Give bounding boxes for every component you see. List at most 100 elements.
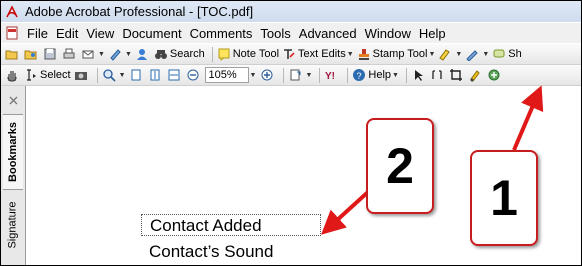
menu-document[interactable]: Document	[118, 26, 185, 41]
binoculars-icon	[154, 50, 167, 59]
menu-edit[interactable]: Edit	[52, 26, 82, 41]
fit-page-button[interactable]	[148, 66, 164, 84]
text-cursor-icon	[27, 69, 36, 81]
tab-bookmarks[interactable]: Bookmarks	[3, 114, 23, 190]
toolbar-separator	[96, 67, 98, 83]
sticky-note-icon	[218, 48, 230, 61]
search-label: Search	[169, 48, 205, 60]
yahoo-logo-icon: Y!	[325, 71, 335, 82]
yahoo-toolbar-button[interactable]: Y!	[324, 66, 340, 84]
toc-entry-selected[interactable]: Contact Added	[141, 214, 321, 236]
toolbar-separator	[405, 67, 407, 83]
fit-width-button[interactable]	[167, 66, 183, 84]
panel-grip-icon[interactable]	[9, 96, 18, 105]
snapshot-button[interactable]	[74, 66, 90, 84]
comments-show-icon	[493, 49, 505, 58]
svg-text:?: ?	[357, 71, 362, 81]
help-circle-icon: ?	[353, 69, 366, 81]
article-tool-icon	[488, 69, 500, 81]
menu-tools[interactable]: Tools	[256, 26, 294, 41]
zoom-in-magnifier-icon	[102, 69, 116, 82]
text-edits-button[interactable]: Text Edits ▼	[282, 45, 354, 63]
hand-icon	[7, 71, 17, 82]
show-label: Sh	[508, 48, 522, 60]
navigation-panel: Bookmarks Signature	[1, 86, 26, 265]
toolbar-view: Select ▼ 105% ▼ ▼ Y! ? Help ▼	[1, 65, 581, 86]
print-button[interactable]	[62, 45, 78, 63]
crop-icon	[449, 69, 462, 81]
note-tool-button[interactable]: Note Tool	[217, 45, 279, 63]
menu-bar: File Edit View Document Comments Tools A…	[1, 23, 581, 43]
email-icon	[82, 50, 94, 59]
folder-open-icon	[5, 50, 18, 60]
menu-comments[interactable]: Comments	[186, 26, 257, 41]
rotate-page-icon	[290, 69, 301, 81]
actual-size-button[interactable]	[129, 66, 145, 84]
open-button[interactable]	[5, 45, 21, 63]
menu-window[interactable]: Window	[361, 26, 415, 41]
menu-file[interactable]: File	[23, 26, 52, 41]
show-button[interactable]: Sh	[492, 45, 522, 63]
search-button[interactable]: Search	[154, 45, 205, 63]
window-title: Adobe Acrobat Professional - [TOC.pdf]	[25, 4, 254, 19]
link-tool-icon	[470, 70, 480, 82]
tab-signatures-label: Signature	[7, 201, 19, 249]
text-edit-icon	[284, 49, 295, 59]
floppy-disk-icon	[44, 48, 56, 60]
document-icon[interactable]	[5, 26, 19, 40]
title-bar: Adobe Acrobat Professional - [TOC.pdf]	[1, 1, 581, 22]
svg-text:Y!: Y!	[325, 71, 335, 82]
pencil-icon	[466, 50, 479, 61]
select-label: Select	[40, 69, 71, 81]
organizer-button[interactable]	[24, 45, 40, 63]
zoom-tool-button[interactable]: ▼	[102, 66, 126, 84]
zoom-out-button[interactable]	[186, 66, 202, 84]
people-icon	[136, 49, 147, 60]
highlight-button[interactable]: ▼	[438, 45, 462, 63]
menu-view[interactable]: View	[82, 26, 118, 41]
article-tool-button[interactable]	[487, 66, 503, 84]
camera-icon	[74, 72, 87, 80]
hand-tool-button[interactable]	[5, 66, 21, 84]
arrow-pointer-icon	[414, 70, 423, 81]
zoom-in-button[interactable]	[260, 66, 276, 84]
tab-pages[interactable]	[3, 262, 23, 265]
object-select-button[interactable]	[411, 66, 427, 84]
toc-entry[interactable]: Contact’s Sound	[149, 241, 273, 263]
help-button[interactable]: ? Help ▼	[352, 66, 399, 84]
menu-advanced[interactable]: Advanced	[295, 26, 361, 41]
zoom-out-icon	[187, 69, 199, 81]
toolbar-separator	[319, 67, 321, 83]
zoom-dropdown-caret[interactable]: ▼	[250, 72, 257, 79]
help-label: Help	[368, 69, 392, 81]
text-edits-label: Text Edits	[298, 48, 346, 60]
highlighter-icon	[439, 49, 451, 61]
menu-help[interactable]: Help	[415, 26, 450, 41]
select-tool-button[interactable]: Select	[24, 66, 71, 84]
fit-width-icon	[168, 69, 180, 81]
stamp-tool-label: Stamp Tool	[372, 48, 428, 60]
stamp-tool-button[interactable]: Stamp Tool ▼	[357, 45, 435, 63]
zoom-level-field[interactable]: 105%	[204, 67, 249, 83]
secure-button[interactable]	[135, 45, 151, 63]
link-tool-button[interactable]	[468, 66, 484, 84]
page-icon	[131, 69, 141, 81]
pen-icon	[110, 49, 121, 61]
zoom-in-icon	[261, 69, 273, 81]
touchup-text-button[interactable]	[430, 66, 446, 84]
toolbar-separator	[347, 67, 349, 83]
sign-button[interactable]: ▼	[108, 45, 132, 63]
tab-signatures[interactable]: Signature	[3, 192, 23, 258]
callout-number-2: 2	[366, 118, 434, 214]
tab-bookmarks-label: Bookmarks	[7, 122, 20, 182]
rotate-button[interactable]: ▼	[288, 66, 312, 84]
save-button[interactable]	[43, 45, 59, 63]
acrobat-logo-icon	[6, 4, 18, 17]
drawing-button[interactable]: ▼	[465, 45, 489, 63]
printer-icon	[63, 48, 75, 59]
stamp-icon	[358, 49, 369, 60]
email-button[interactable]: ▼	[81, 45, 105, 63]
callout-number-1: 1	[470, 150, 538, 246]
crop-button[interactable]	[449, 66, 465, 84]
toolbar-separator	[283, 67, 285, 83]
